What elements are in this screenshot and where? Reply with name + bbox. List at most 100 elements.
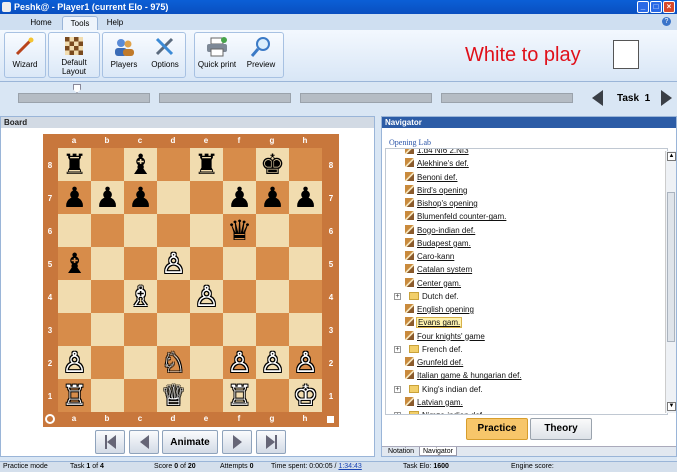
flip-board-icon[interactable]: [45, 414, 55, 424]
close-icon[interactable]: ×: [663, 1, 675, 13]
chess-piece[interactable]: ♖: [227, 381, 252, 410]
chess-piece[interactable]: ♖: [62, 381, 87, 410]
board-square[interactable]: [289, 148, 322, 181]
board-square[interactable]: ♟: [58, 181, 91, 214]
board-square[interactable]: [190, 214, 223, 247]
options-button[interactable]: Options: [145, 33, 185, 77]
theory-button[interactable]: Theory: [530, 418, 592, 440]
tree-item[interactable]: Caro-kann: [386, 250, 667, 263]
expand-icon[interactable]: +: [394, 345, 401, 353]
chess-piece[interactable]: ♜: [194, 150, 219, 179]
tree-item[interactable]: Bogo-indian def.: [386, 224, 667, 237]
chess-piece[interactable]: ♙: [293, 348, 318, 377]
tree-scrollbar[interactable]: ▲ ▼: [665, 151, 676, 413]
board-square[interactable]: [256, 280, 289, 313]
chess-piece[interactable]: ♗: [128, 282, 153, 311]
board-square[interactable]: [124, 247, 157, 280]
next-task-icon[interactable]: [661, 90, 672, 106]
board-square[interactable]: [91, 148, 124, 181]
tree-item[interactable]: Blumenfeld counter-gam.: [386, 210, 667, 223]
chess-piece[interactable]: ♟: [227, 183, 252, 212]
task-segment[interactable]: [159, 93, 291, 103]
board-square[interactable]: ♙: [157, 247, 190, 280]
wizard-button[interactable]: Wizard: [5, 33, 45, 77]
board-square[interactable]: ♙: [58, 346, 91, 379]
tab-tools[interactable]: Tools: [62, 16, 98, 30]
prev-task-icon[interactable]: [592, 90, 603, 106]
tree-item[interactable]: + Dutch def.: [386, 290, 667, 303]
board-square[interactable]: ♙: [190, 280, 223, 313]
board-square[interactable]: [157, 181, 190, 214]
board-square[interactable]: [91, 247, 124, 280]
board-square[interactable]: [91, 214, 124, 247]
tree-item[interactable]: + French def.: [386, 343, 667, 356]
next-move-button[interactable]: [222, 430, 252, 454]
board-square[interactable]: [58, 280, 91, 313]
board-square[interactable]: ♟: [289, 181, 322, 214]
board-square[interactable]: ♛: [223, 214, 256, 247]
board-square[interactable]: ♖: [223, 379, 256, 412]
board-square[interactable]: ♗: [124, 280, 157, 313]
board-square[interactable]: [256, 313, 289, 346]
tab-help[interactable]: Help: [100, 16, 130, 30]
board-square[interactable]: [91, 379, 124, 412]
board-square[interactable]: ♙: [289, 346, 322, 379]
board-square[interactable]: ♝: [58, 247, 91, 280]
board-square[interactable]: ♜: [190, 148, 223, 181]
board-square[interactable]: ♘: [157, 346, 190, 379]
quick-print-button[interactable]: Quick print: [195, 33, 239, 77]
board-square[interactable]: [157, 313, 190, 346]
chess-piece[interactable]: ♔: [293, 381, 318, 410]
chess-piece[interactable]: ♟: [293, 183, 318, 212]
board-square[interactable]: ♙: [223, 346, 256, 379]
chess-piece[interactable]: ♜: [62, 150, 87, 179]
chess-piece[interactable]: ♕: [161, 381, 186, 410]
board-square[interactable]: [124, 379, 157, 412]
board-square[interactable]: [190, 181, 223, 214]
tree-item[interactable]: Budapest gam.: [386, 237, 667, 250]
board-square[interactable]: ♚: [256, 148, 289, 181]
tree-item[interactable]: Bishop's opening: [386, 197, 667, 210]
tree-item[interactable]: Catalan system: [386, 263, 667, 276]
board-square[interactable]: ♔: [289, 379, 322, 412]
task-position-marker[interactable]: [73, 84, 81, 93]
board-square[interactable]: [91, 346, 124, 379]
default-layout-button[interactable]: Default Layout: [49, 33, 99, 77]
task-segment[interactable]: [441, 93, 573, 103]
scroll-down-icon[interactable]: ▼: [667, 402, 676, 411]
board-square[interactable]: [124, 346, 157, 379]
board-square[interactable]: [289, 247, 322, 280]
board-square[interactable]: [157, 280, 190, 313]
scroll-up-icon[interactable]: ▲: [667, 152, 676, 161]
chess-piece[interactable]: ♟: [62, 183, 87, 212]
chess-piece[interactable]: ♙: [260, 348, 285, 377]
tree-item[interactable]: Evans gam.: [386, 316, 667, 329]
task-segment[interactable]: [18, 93, 150, 103]
expand-icon[interactable]: +: [394, 292, 401, 300]
first-move-button[interactable]: [95, 430, 125, 454]
board-square[interactable]: [91, 280, 124, 313]
board-square[interactable]: ♟: [223, 181, 256, 214]
chess-piece[interactable]: ♙: [194, 282, 219, 311]
tree-item[interactable]: + King's indian def.: [386, 383, 667, 396]
tree-item[interactable]: English opening: [386, 303, 667, 316]
chess-piece[interactable]: ♙: [161, 249, 186, 278]
practice-button[interactable]: Practice: [466, 418, 528, 440]
tree-item[interactable]: Grunfeld def.: [386, 356, 667, 369]
board-square[interactable]: [190, 247, 223, 280]
board-square[interactable]: [157, 214, 190, 247]
chess-piece[interactable]: ♘: [161, 348, 186, 377]
board-square[interactable]: [124, 214, 157, 247]
board-square[interactable]: [289, 280, 322, 313]
chess-piece[interactable]: ♝: [62, 249, 87, 278]
board-square[interactable]: [256, 247, 289, 280]
chess-piece[interactable]: ♟: [95, 183, 120, 212]
chess-piece[interactable]: ♙: [62, 348, 87, 377]
board-square[interactable]: [256, 214, 289, 247]
minimize-icon[interactable]: _: [637, 1, 649, 13]
board-square[interactable]: [190, 346, 223, 379]
tree-item[interactable]: Bird's opening: [386, 184, 667, 197]
expand-icon[interactable]: +: [394, 385, 401, 393]
animate-button[interactable]: Animate: [162, 430, 218, 454]
scroll-thumb[interactable]: [667, 192, 675, 342]
